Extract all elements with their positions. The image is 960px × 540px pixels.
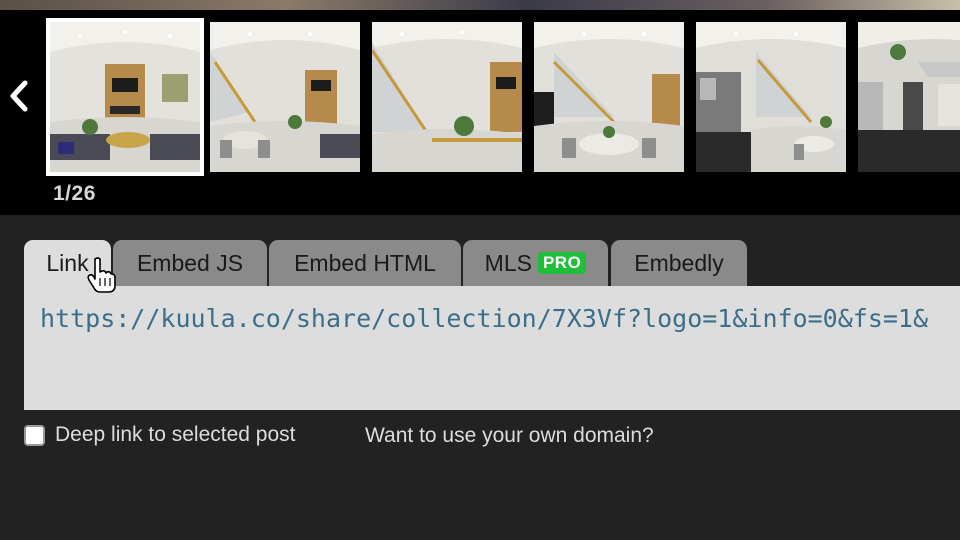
- dining-table-image: [534, 22, 684, 172]
- tab-label: Embed HTML: [294, 249, 436, 276]
- living-room-image: [50, 22, 200, 172]
- tab-link[interactable]: Link: [24, 240, 111, 286]
- deep-link-checkbox[interactable]: [24, 424, 45, 446]
- share-url[interactable]: https://kuula.co/share/collection/7X3Vf?…: [40, 304, 928, 333]
- tab-label: Embedly: [634, 249, 724, 276]
- deep-link-option: Deep link to selected post: [24, 423, 295, 447]
- thumbnail-dining-stairs[interactable]: [210, 22, 360, 172]
- own-domain-link[interactable]: Want to use your own domain?: [365, 424, 654, 448]
- dining-stairs-image: [210, 22, 360, 172]
- kitchen-image: [858, 22, 960, 172]
- tab-label: Embed JS: [136, 249, 244, 276]
- thumbnail-gallery: 1/26: [0, 10, 960, 215]
- tab-label: MLS: [484, 249, 532, 276]
- kitchen-dining-image: [696, 22, 846, 172]
- tab-embedly[interactable]: Embedly: [611, 240, 747, 286]
- tab-embed-html[interactable]: Embed HTML: [269, 240, 461, 286]
- thumbnail-dining-table[interactable]: [534, 22, 684, 172]
- thumbnail-kitchen-dining[interactable]: [696, 22, 846, 172]
- thumbnail-kitchen[interactable]: [858, 22, 960, 172]
- image-counter: 1/26: [53, 182, 96, 205]
- chevron-left-icon: [10, 80, 28, 112]
- stairs-hall-image: [372, 22, 522, 172]
- pro-badge: PRO: [537, 252, 587, 274]
- thumbnail-living-room[interactable]: [46, 18, 204, 176]
- thumbnail-stairs-hall[interactable]: [372, 22, 522, 172]
- deep-link-label: Deep link to selected post: [55, 423, 296, 446]
- panorama-preview-edge: [0, 0, 960, 10]
- tab-mls[interactable]: MLS PRO: [463, 240, 608, 286]
- tab-embed-js[interactable]: Embed JS: [113, 240, 267, 286]
- tab-label: Link: [46, 249, 89, 276]
- share-link-box[interactable]: https://kuula.co/share/collection/7X3Vf?…: [24, 286, 960, 410]
- prev-button[interactable]: [4, 76, 34, 116]
